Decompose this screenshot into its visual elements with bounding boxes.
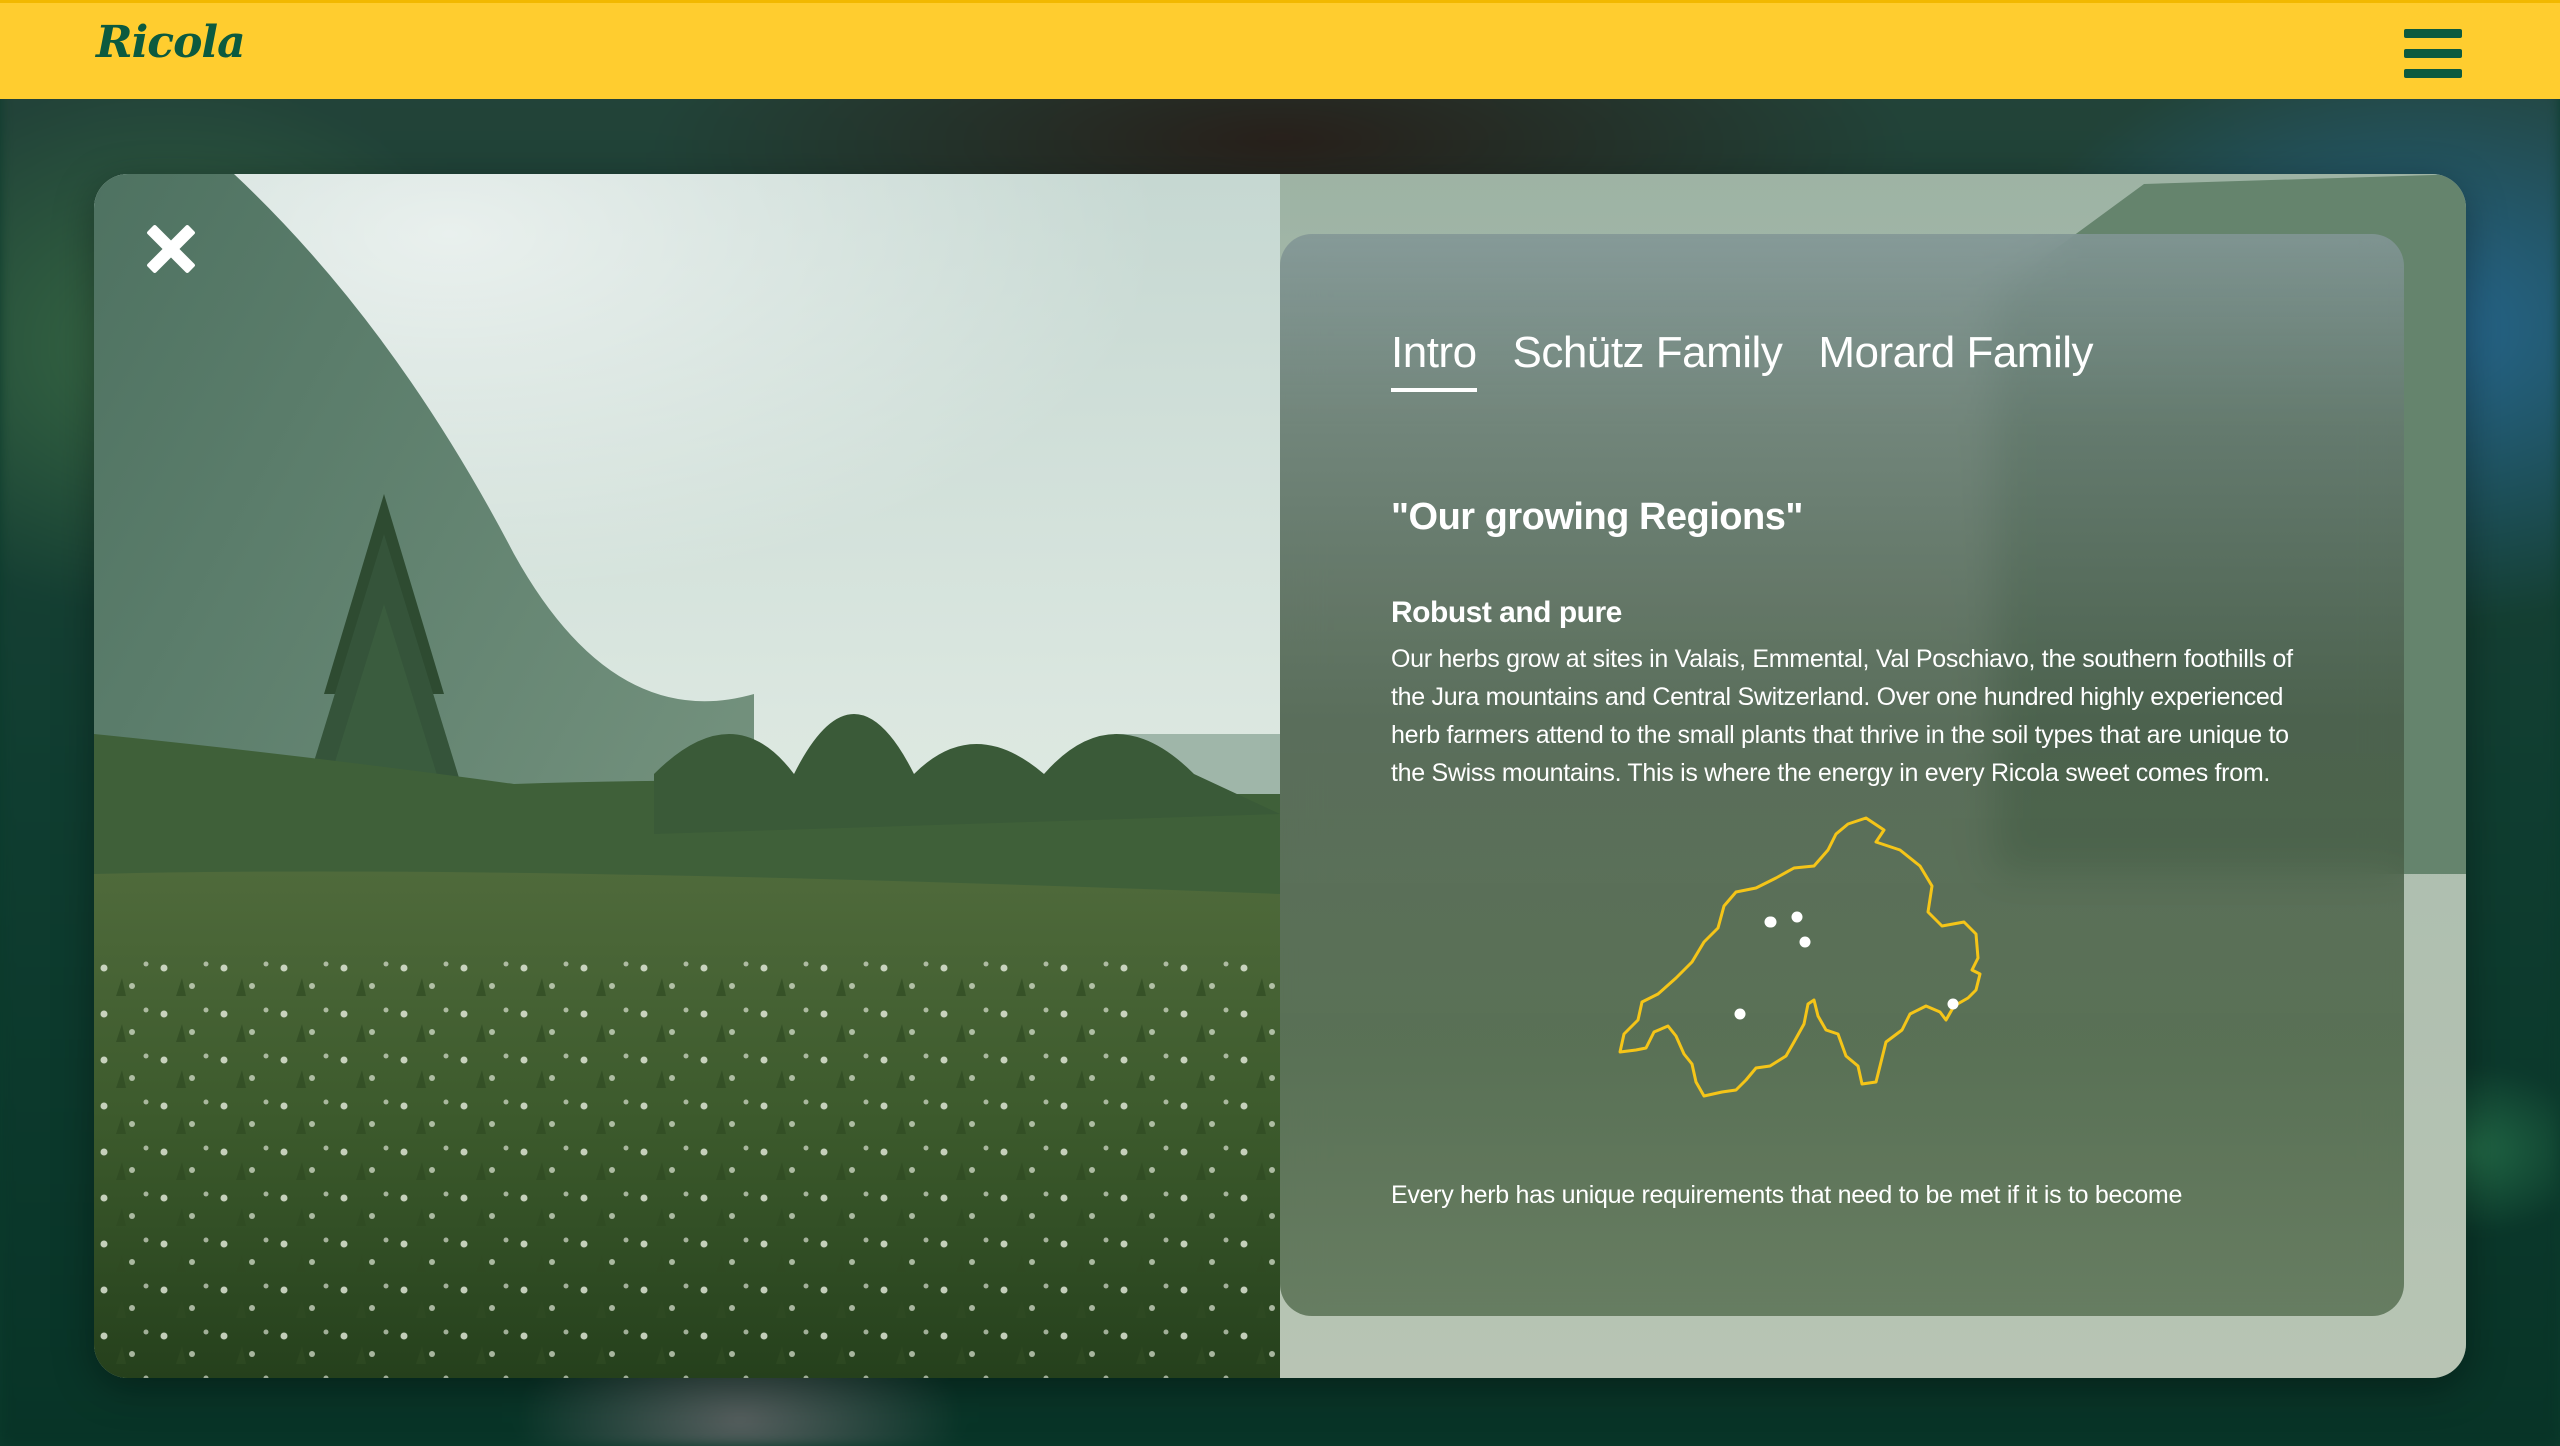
panel-footer-text: Every herb has unique requirements that …	[1391, 1181, 2183, 1209]
panel-subheading: Robust and pure	[1391, 596, 1622, 629]
family-tabs: Intro Schütz Family Morard Family	[1391, 326, 2093, 392]
tab-morard-family[interactable]: Morard Family	[1818, 326, 2093, 392]
panel-headline: "Our growing Regions"	[1391, 496, 1803, 538]
panel-body-text: Our herbs grow at sites in Valais, Emmen…	[1391, 645, 2293, 787]
ricola-logo[interactable]: Ricola	[96, 13, 246, 73]
close-icon[interactable]	[144, 222, 198, 276]
tab-intro[interactable]: Intro	[1391, 326, 1477, 392]
tab-schutz-family[interactable]: Schütz Family	[1513, 326, 1783, 392]
growing-regions-modal: Intro Schütz Family Morard Family "Our g…	[94, 174, 2466, 1378]
switzerland-map-icon	[1618, 816, 1982, 1098]
site-header: Ricola	[0, 0, 2560, 99]
hamburger-menu-icon[interactable]	[2404, 29, 2462, 79]
info-panel: Intro Schütz Family Morard Family "Our g…	[1280, 234, 2404, 1316]
